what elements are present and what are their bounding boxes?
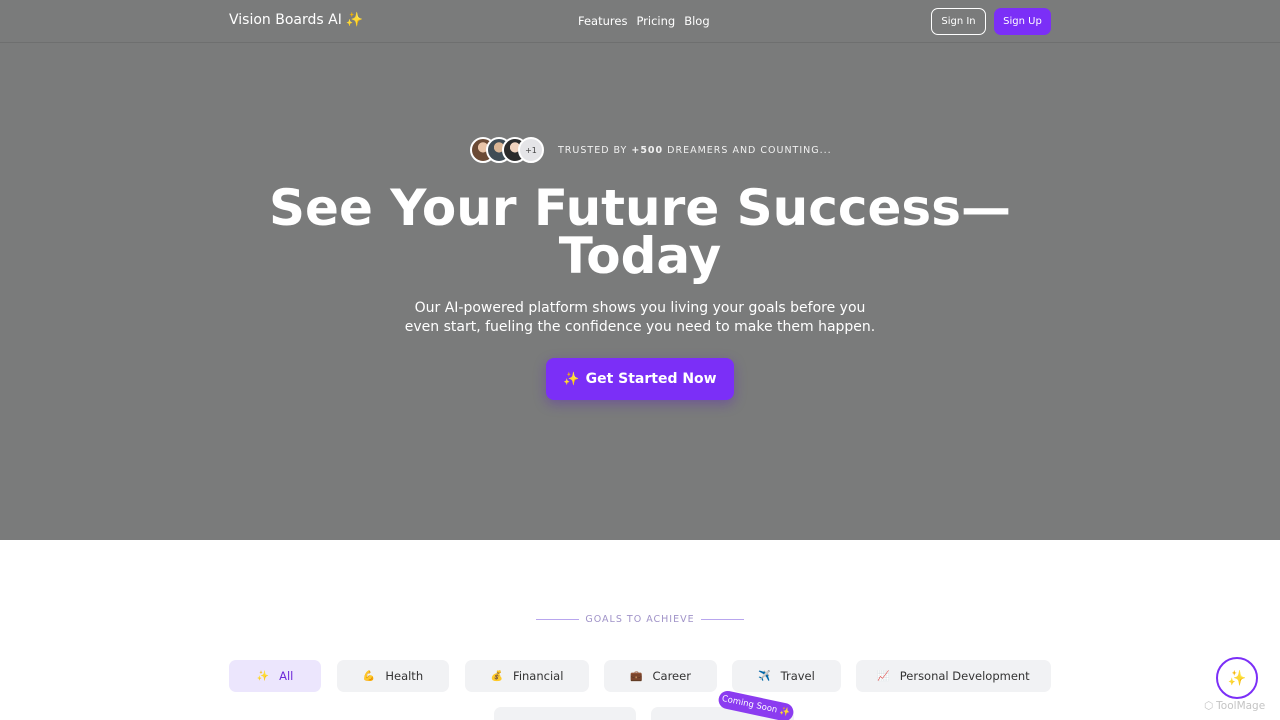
- category-chip-all[interactable]: ✨ All: [229, 660, 321, 692]
- headline-line-1: See Your Future Success—: [269, 179, 1011, 237]
- watermark-text: ToolMage: [1216, 700, 1266, 712]
- trusted-prefix: TRUSTED BY: [558, 144, 632, 156]
- headline-line-2: Today: [558, 227, 722, 285]
- subtext-line-2: even start, fueling the confidence you n…: [404, 319, 876, 335]
- sparkles-icon: ✨: [256, 670, 270, 682]
- nav-link-blog[interactable]: Blog: [684, 14, 709, 28]
- sparkles-fab-button[interactable]: ✨: [1216, 657, 1258, 699]
- brand-name: Vision Boards AI: [229, 12, 342, 28]
- chart-increasing-icon: 📈: [877, 670, 890, 682]
- sparkles-icon: ✨: [345, 12, 364, 28]
- watermark-logo-icon: ⬡: [1204, 700, 1214, 712]
- chip-label: Financial: [513, 669, 564, 683]
- nav-links: Features Pricing Blog: [578, 14, 710, 28]
- hero-subtext: Our AI-powered platform shows you living…: [400, 299, 880, 337]
- avatar-stack: +1: [470, 137, 544, 163]
- subtext-line-1: Our AI-powered platform shows you living…: [414, 300, 866, 316]
- money-bag-icon: 💰: [490, 670, 504, 682]
- chip-label: All: [279, 669, 294, 683]
- category-chip[interactable]: [494, 707, 636, 720]
- category-chip-personal-development[interactable]: 📈 Personal Development: [856, 660, 1051, 692]
- chip-label: Health: [385, 669, 424, 683]
- trusted-text: TRUSTED BY +500 DREAMERS AND COUNTING...: [558, 145, 832, 156]
- nav-link-pricing[interactable]: Pricing: [636, 14, 675, 28]
- avatar-more-count: +1: [518, 137, 544, 163]
- heading-divider-left: [536, 619, 579, 620]
- get-started-button[interactable]: ✨ Get Started Now: [546, 358, 734, 400]
- hero-section: Vision Boards AI ✨ Features Pricing Blog …: [0, 0, 1280, 540]
- watermark: ⬡ ToolMage: [1204, 700, 1265, 712]
- briefcase-icon: 💼: [630, 670, 643, 682]
- nav-link-features[interactable]: Features: [578, 14, 627, 28]
- category-chip-travel[interactable]: ✈️ Travel: [732, 660, 841, 692]
- top-navbar: Vision Boards AI ✨ Features Pricing Blog …: [0, 0, 1280, 43]
- chip-label: Career: [652, 669, 691, 683]
- trusted-by-banner: +1 TRUSTED BY +500 DREAMERS AND COUNTING…: [470, 136, 832, 164]
- hero-headline: See Your Future Success— Today: [0, 179, 1280, 285]
- sparkles-icon: ✨: [563, 371, 580, 387]
- category-chip-career[interactable]: 💼 Career: [604, 660, 717, 692]
- trusted-suffix: DREAMERS AND COUNTING...: [663, 144, 832, 156]
- cta-label: Get Started Now: [585, 371, 717, 387]
- brand-logo[interactable]: Vision Boards AI ✨: [229, 12, 363, 28]
- heading-divider-right: [700, 619, 744, 620]
- category-chip-financial[interactable]: 💰 Financial: [465, 660, 589, 692]
- sign-in-button[interactable]: Sign In: [931, 8, 986, 35]
- flexed-biceps-icon: 💪: [362, 670, 376, 682]
- goals-heading: GOALS TO ACHIEVE: [536, 614, 744, 625]
- sign-up-button[interactable]: Sign Up: [994, 8, 1051, 35]
- chip-label: Personal Development: [899, 669, 1030, 683]
- chip-label: Travel: [780, 669, 815, 683]
- goals-heading-text: GOALS TO ACHIEVE: [585, 614, 695, 625]
- sparkles-icon: ✨: [1227, 669, 1247, 687]
- trusted-count: +500: [631, 144, 664, 156]
- airplane-icon: ✈️: [758, 670, 771, 682]
- category-chip-health[interactable]: 💪 Health: [337, 660, 449, 692]
